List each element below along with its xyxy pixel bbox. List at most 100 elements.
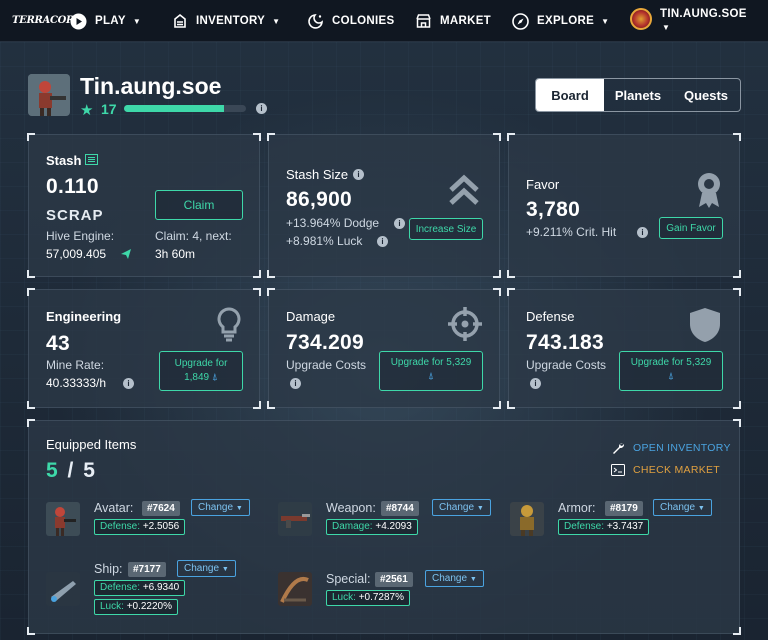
upgrade-damage-button[interactable]: Upgrade for 5,329 ⍋ <box>379 351 483 391</box>
stash-card: Stash 0.110 SCRAP Hive Engine: 57,009.40… <box>27 133 261 278</box>
nav-play-label: PLAY <box>95 15 126 27</box>
upgrade-cost: 1,849 <box>184 372 210 383</box>
tab-board[interactable]: Board <box>536 79 604 111</box>
avatar-item-id: #7624 <box>142 501 180 516</box>
star-icon: ★ <box>80 102 94 119</box>
tab-quests[interactable]: Quests <box>672 79 740 111</box>
ship-item-image[interactable] <box>46 572 80 606</box>
tab-planets[interactable]: Planets <box>604 79 672 111</box>
armor-stat-defense: Defense: +3.7437 <box>558 519 650 535</box>
info-icon[interactable]: i <box>123 378 134 389</box>
nav-market-label: MARKET <box>440 15 491 27</box>
weapon-slot-label: Weapon: <box>326 501 376 515</box>
equipped-items-card: Equipped Items 5 / 5 OPEN INVENTORY CHEC… <box>27 419 741 635</box>
stat-value: +2.5056 <box>142 521 180 532</box>
claim-status: Claim: 4, next: <box>155 229 232 243</box>
avatar-item-image[interactable] <box>46 502 80 536</box>
caret-down-icon: ▼ <box>697 505 705 512</box>
equipped-items-title: Equipped Items <box>46 437 137 452</box>
chevron-down-icon: ▼ <box>272 16 281 26</box>
terracore-logo[interactable]: TERRACORE <box>12 8 82 34</box>
armor-change-button[interactable]: Change ▼ <box>653 499 712 516</box>
crosshair-icon <box>448 307 482 341</box>
weapon-change-button[interactable]: Change ▼ <box>432 499 491 516</box>
send-icon[interactable] <box>120 248 132 260</box>
upgrade-engineering-button[interactable]: Upgrade for 1,849 ⍋ <box>159 351 243 391</box>
view-tabs: Board Planets Quests <box>535 78 741 112</box>
ship-stat-luck: Luck: +0.2220% <box>94 599 179 615</box>
claim-time: 3h 60m <box>155 247 196 261</box>
nav-play[interactable]: PLAY ▼ <box>70 0 141 42</box>
defense-upgrade-costs-label: Upgrade Costs <box>526 358 607 372</box>
scrap-token-icon: ⍋ <box>211 372 218 383</box>
info-icon[interactable]: i <box>256 103 267 114</box>
damage-value: 734.209 <box>286 331 365 354</box>
info-icon[interactable]: i <box>637 227 648 238</box>
info-icon[interactable]: i <box>530 378 541 389</box>
change-label: Change <box>184 563 220 574</box>
nav-username: TIN.AUNG.SOE <box>660 8 747 20</box>
favor-card: Favor 3,780 +9.211% Crit. Hit i Gain Fav… <box>507 133 741 278</box>
stat-key: Defense: <box>564 521 605 532</box>
special-slot-label: Special: <box>326 572 371 586</box>
weapon-item-image[interactable] <box>278 502 312 536</box>
ship-slot-label: Ship: <box>94 562 123 576</box>
xp-progress-bar <box>124 105 246 112</box>
upgrade-cost-row: 1,849 ⍋ <box>184 371 218 385</box>
info-icon[interactable]: i <box>377 236 388 247</box>
stat-value: +4.2093 <box>375 521 412 532</box>
user-avatar <box>630 8 652 30</box>
award-icon <box>698 173 720 208</box>
open-inventory-link[interactable]: OPEN INVENTORY <box>611 441 731 455</box>
nav-explore-label: EXPLORE <box>537 15 595 27</box>
avatar-stat-defense: Defense: +2.5056 <box>94 519 186 535</box>
armor-item-image[interactable] <box>510 502 544 536</box>
engineering-value: 43 <box>46 332 70 355</box>
nav-user-menu[interactable]: TIN.AUNG.SOE ▼ <box>630 0 747 42</box>
xp-progress-fill <box>124 105 225 112</box>
gain-favor-button[interactable]: Gain Favor <box>659 217 723 239</box>
stat-value: +0.7287% <box>358 592 405 603</box>
avatar-slot-label: Avatar: <box>94 501 134 515</box>
ship-change-button[interactable]: Change ▼ <box>177 560 236 577</box>
market-icon <box>416 14 431 28</box>
info-icon[interactable]: i <box>290 378 301 389</box>
change-label: Change <box>439 502 475 513</box>
check-market-label: CHECK MARKET <box>633 464 721 476</box>
increase-size-button[interactable]: Increase Size <box>409 218 483 240</box>
special-item-id: #2561 <box>375 572 413 587</box>
nav-inventory-label: INVENTORY <box>196 15 266 27</box>
chevrons-up-icon <box>449 174 479 205</box>
defense-value: 743.183 <box>526 331 605 354</box>
nav-colonies[interactable]: COLONIES <box>307 0 394 42</box>
info-icon[interactable]: i <box>353 169 364 180</box>
inventory-icon <box>174 13 186 28</box>
stat-value: +3.7437 <box>606 521 644 532</box>
armor-item-id: #8179 <box>605 501 643 516</box>
stash-size-title: Stash Size <box>286 167 349 182</box>
mine-rate-label: Mine Rate: <box>46 358 105 372</box>
info-icon[interactable]: i <box>394 218 405 229</box>
shield-icon <box>690 308 720 342</box>
nav-market[interactable]: MARKET <box>415 0 491 42</box>
special-item-image[interactable] <box>278 572 312 606</box>
upgrade-defense-button[interactable]: Upgrade for 5,329 ⍋ <box>619 351 723 391</box>
nav-inventory[interactable]: INVENTORY ▼ <box>172 0 280 42</box>
avatar-change-button[interactable]: Change ▼ <box>191 499 250 516</box>
claim-button[interactable]: Claim <box>155 190 243 220</box>
profile-level: 17 <box>101 101 117 117</box>
terminal-icon <box>611 464 625 476</box>
favor-value: 3,780 <box>526 198 581 221</box>
equipped-count-row: 5 / 5 <box>46 459 95 483</box>
armor-slot-label: Armor: <box>558 501 596 515</box>
chevron-down-icon: ▼ <box>132 16 142 26</box>
favor-title: Favor <box>526 177 560 192</box>
special-change-button[interactable]: Change ▼ <box>425 570 484 587</box>
stash-size-value: 86,900 <box>286 188 353 211</box>
hive-engine-value: 57,009.405 <box>46 247 107 261</box>
lightbulb-icon <box>217 307 241 342</box>
play-icon <box>70 13 87 29</box>
upgrade-label: Upgrade for 5,329 <box>630 357 712 368</box>
nav-explore[interactable]: EXPLORE ▼ <box>512 0 609 42</box>
check-market-link[interactable]: CHECK MARKET <box>611 464 720 476</box>
